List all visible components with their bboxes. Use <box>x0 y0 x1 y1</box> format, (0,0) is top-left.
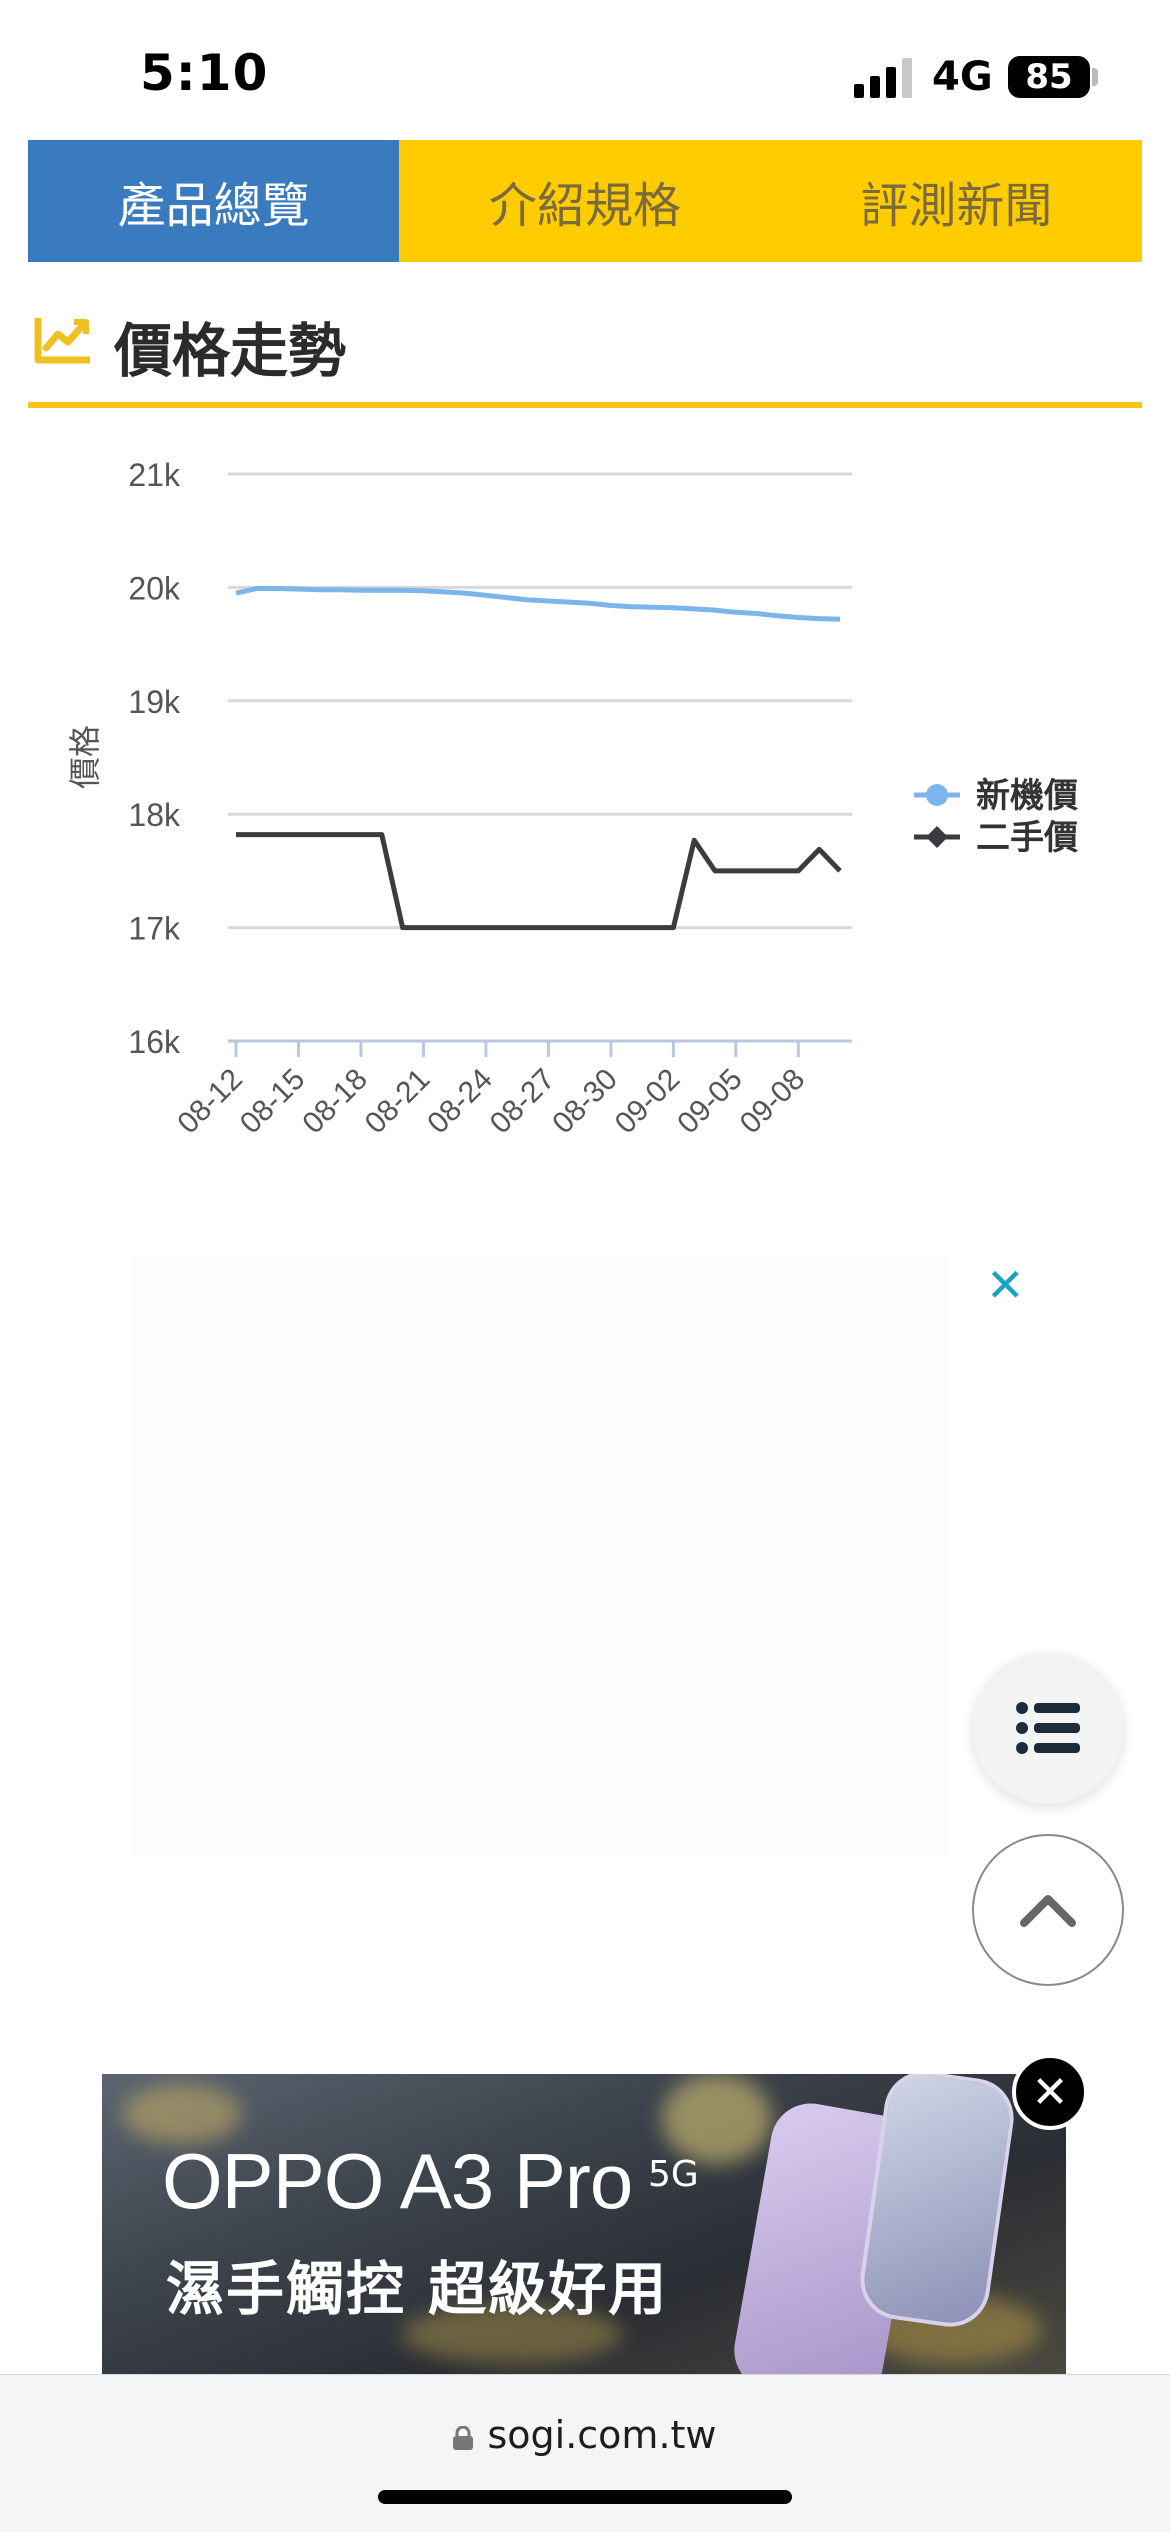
x-tick-label: 08-18 <box>296 1063 374 1141</box>
oppo-banner-ad[interactable]: OPPO A3 Pro 5G 濕手觸控 超級好用 <box>102 2074 1066 2374</box>
x-tick-label: 09-05 <box>671 1063 749 1141</box>
y-tick-label: 16k <box>128 1024 181 1060</box>
y-axis-ticks: 16k 17k 18k 19k 20k 21k <box>128 457 181 1060</box>
x-tick-label: 08-27 <box>484 1063 562 1141</box>
ad-close-button[interactable]: ✕ <box>986 1258 1025 1312</box>
series-lines <box>235 586 842 931</box>
cellular-signal-icon <box>854 58 912 98</box>
y-tick-label: 18k <box>128 797 181 833</box>
phone-front-image <box>855 2074 1019 2332</box>
list-icon <box>1016 1702 1080 1754</box>
home-indicator <box>378 2490 792 2504</box>
y-axis-label: 價格 <box>67 725 103 789</box>
battery-tip <box>1092 68 1098 86</box>
x-tick-label: 09-02 <box>609 1063 687 1141</box>
legend-label[interactable]: 二手價 <box>976 819 1078 857</box>
series-line-2 <box>236 832 842 931</box>
url-domain: sogi.com.tw <box>487 2413 717 2457</box>
y-tick-label: 21k <box>128 457 181 493</box>
banner-5g-label: 5G <box>648 2154 699 2195</box>
tab-specs[interactable]: 介紹規格 <box>399 140 771 262</box>
lock-icon <box>453 2426 474 2450</box>
banner-close-button[interactable]: ✕ <box>1012 2054 1088 2130</box>
x-axis-ticks: 08-1208-1508-1808-2108-2408-2708-3009-02… <box>171 1041 811 1140</box>
grid-lines <box>228 472 852 930</box>
trend-chart-icon <box>34 318 90 364</box>
price-trend-header: 價格走勢 <box>28 290 1142 408</box>
battery-indicator: 85 <box>1008 56 1090 98</box>
product-tabs: 產品總覽 介紹規格 評測新聞 <box>28 140 1142 262</box>
legend-marker <box>926 784 948 806</box>
network-type: 4G <box>932 54 993 100</box>
tab-overview[interactable]: 產品總覽 <box>28 140 400 262</box>
table-of-contents-button[interactable] <box>972 1652 1124 1804</box>
price-trend-chart: 16k17k18k19k20k21k 08-1208-1508-1808-210… <box>67 457 1078 1140</box>
back-to-top-button[interactable] <box>972 1834 1124 1986</box>
y-tick-label: 17k <box>128 911 181 947</box>
url-display[interactable]: sogi.com.tw <box>0 2413 1170 2457</box>
x-tick-label: 08-24 <box>421 1063 499 1141</box>
section-title: 價格走勢 <box>114 317 347 385</box>
x-tick-label: 08-15 <box>234 1063 312 1141</box>
ad-placeholder <box>130 1256 950 1856</box>
x-tick-label: 08-21 <box>359 1063 437 1141</box>
legend-marker <box>926 826 948 848</box>
status-bar: 5:10 4G 85 <box>0 0 1170 140</box>
x-tick-label: 08-12 <box>171 1063 249 1141</box>
legend-label[interactable]: 新機價 <box>976 777 1078 815</box>
tab-reviews-news[interactable]: 評測新聞 <box>770 140 1142 262</box>
status-time: 5:10 <box>140 44 269 102</box>
series-line-1 <box>235 586 841 622</box>
x-tick-label: 08-30 <box>546 1063 624 1141</box>
x-tick-label: 09-08 <box>734 1063 812 1141</box>
legend: 新機價二手價 <box>914 777 1078 857</box>
banner-subtitle: 濕手觸控 超級好用 <box>166 2255 669 2323</box>
y-tick-label: 20k <box>128 570 181 606</box>
banner-title: OPPO A3 Pro <box>162 2137 633 2225</box>
y-tick-label: 19k <box>128 684 181 720</box>
browser-url-bar[interactable]: sogi.com.tw <box>0 2374 1170 2532</box>
chevron-up-icon <box>1020 1895 1076 1927</box>
